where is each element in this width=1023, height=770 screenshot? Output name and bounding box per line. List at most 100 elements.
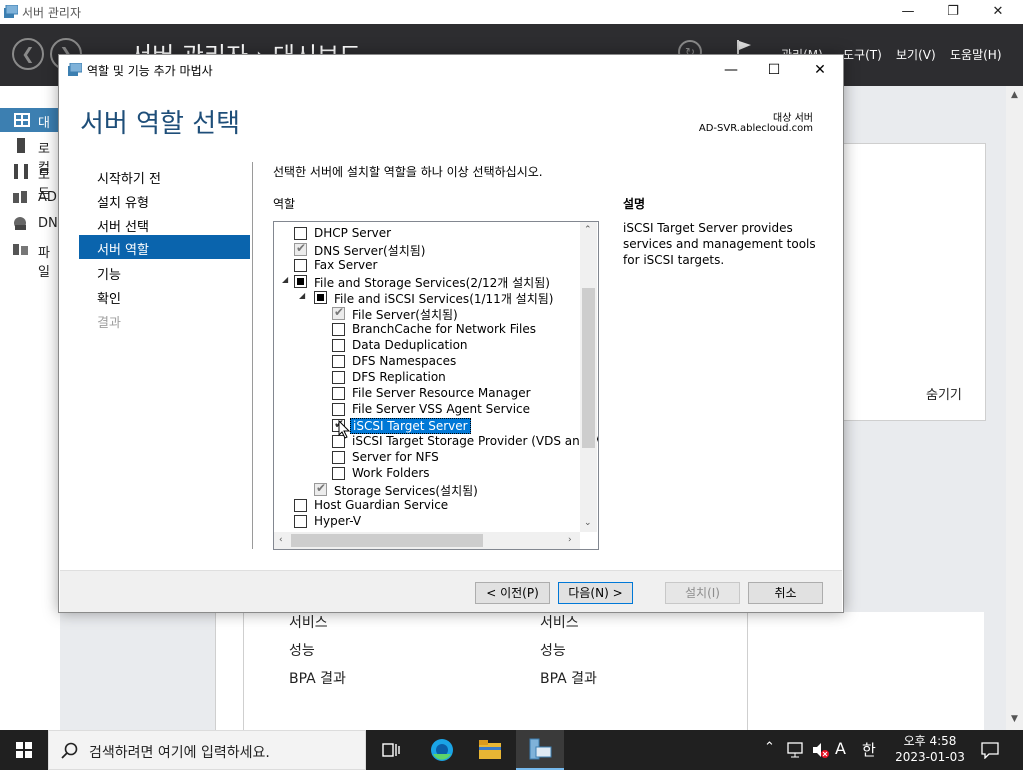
role-checkbox[interactable] — [332, 403, 345, 416]
restore-icon[interactable]: ❐ — [930, 0, 976, 24]
edge-button[interactable] — [418, 730, 466, 770]
sidebar-item-dns[interactable]: DN — [0, 212, 60, 236]
menu-help[interactable]: 도움말(H) — [950, 46, 1002, 63]
scroll-up-icon[interactable]: ▲ — [1011, 90, 1018, 100]
role-row[interactable]: ✔ Storage Services(설치됨) — [274, 481, 580, 498]
dashboard-scrollbar[interactable]: ▲ ▼ — [1006, 86, 1023, 730]
role-row[interactable]: ◢ File and iSCSI Services(1/11개 설치됨) — [274, 289, 580, 306]
sidebar-item-ad[interactable]: AD — [0, 186, 60, 210]
role-checkbox[interactable] — [294, 275, 307, 288]
server-manager-app-icon — [4, 4, 19, 18]
sidebar-item-all-servers[interactable]: 모든 — [0, 160, 60, 202]
notification-icon[interactable] — [981, 741, 999, 760]
role-row[interactable]: Work Folders — [274, 465, 580, 481]
card-item-performance[interactable]: 성능 — [289, 640, 315, 660]
task-view-button[interactable] — [366, 730, 414, 770]
role-row[interactable]: iSCSI Target Storage Provider (VDS and V — [274, 433, 598, 449]
tray-overflow-icon[interactable]: ⌃ — [764, 740, 775, 755]
taskbar-search-box[interactable]: 검색하려면 여기에 입력하세요. — [48, 730, 366, 770]
roles-tree[interactable]: DHCP Server ✔ DNS Server(설치됨) Fax Server ◢ Fi… — [273, 221, 599, 550]
close-icon[interactable]: ✕ — [975, 0, 1021, 24]
card-item-bpa[interactable]: BPA 결과 — [540, 668, 597, 688]
role-checkbox[interactable] — [332, 355, 345, 368]
role-row[interactable]: ◢ File and Storage Services(2/12개 설치됨) — [274, 273, 580, 290]
role-checkbox[interactable] — [332, 371, 345, 384]
role-row[interactable]: File Server Resource Manager — [274, 385, 580, 401]
file-storage-icon — [13, 242, 29, 257]
step-features[interactable]: 기능 — [97, 264, 121, 283]
card-item-bpa[interactable]: BPA 결과 — [289, 668, 346, 688]
role-group-card[interactable]: 서비스 성능 BPA 결과 — [495, 612, 748, 731]
menu-view[interactable]: 보기(V) — [896, 46, 936, 63]
step-server-selection[interactable]: 서버 선택 — [97, 216, 149, 235]
ime-hangul-indicator[interactable]: 한 — [862, 739, 876, 760]
role-row[interactable]: Host Guardian Service — [274, 497, 580, 513]
role-row[interactable]: BranchCache for Network Files — [274, 321, 580, 337]
scroll-down-icon[interactable]: ⌄ — [584, 518, 592, 528]
role-checkbox[interactable] — [314, 291, 327, 304]
role-row[interactable]: Server for NFS — [274, 449, 580, 465]
sidebar-item-file-storage[interactable]: 파일 — [0, 238, 60, 280]
hide-link[interactable]: 숨기기 — [926, 384, 962, 403]
roles-horizontal-scrollbar[interactable]: ‹ › — [274, 532, 580, 549]
clock-date[interactable]: 2023-01-03 — [892, 750, 968, 764]
back-arrow-icon[interactable]: ❮ — [12, 38, 44, 70]
role-label: Server for NFS — [352, 450, 439, 464]
scroll-thumb[interactable] — [582, 288, 595, 448]
role-row[interactable]: ✔ DNS Server(설치됨) — [274, 241, 580, 258]
network-icon[interactable] — [787, 742, 805, 758]
scroll-up-icon[interactable]: ⌃ — [584, 225, 592, 235]
cancel-button[interactable]: 취소 — [748, 582, 823, 604]
role-checkbox[interactable] — [332, 467, 345, 480]
role-checkbox[interactable] — [332, 339, 345, 352]
role-row[interactable]: DFS Namespaces — [274, 353, 580, 369]
role-checkbox[interactable] — [294, 259, 307, 272]
minimize-icon[interactable]: — — [885, 0, 931, 24]
role-row[interactable]: Hyper-V — [274, 513, 580, 529]
role-checkbox[interactable] — [332, 451, 345, 464]
role-group-card[interactable]: 서비스 성능 BPA 결과 — [243, 612, 497, 731]
roles-vertical-scrollbar[interactable]: ⌃ ⌄ — [580, 222, 597, 532]
expander-icon[interactable]: ◢ — [299, 291, 305, 300]
step-before-you-begin[interactable]: 시작하기 전 — [97, 168, 161, 187]
destination-server-name: AD-SVR.ablecloud.com — [698, 123, 813, 134]
close-icon[interactable]: ✕ — [805, 59, 835, 81]
step-server-roles[interactable]: 서버 역할 — [79, 235, 250, 259]
card-item-performance[interactable]: 성능 — [540, 640, 566, 660]
maximize-icon[interactable]: ☐ — [759, 59, 789, 81]
sidebar-item-dashboard[interactable]: 대시 — [0, 108, 60, 150]
scroll-thumb[interactable] — [291, 534, 483, 547]
scroll-left-icon[interactable]: ‹ — [279, 535, 283, 545]
clock-time[interactable]: 오후 4:58 — [892, 732, 968, 749]
scroll-right-icon[interactable]: › — [568, 535, 572, 545]
file-explorer-button[interactable] — [466, 730, 514, 770]
role-row[interactable]: ✔iSCSI Target Server — [274, 417, 580, 434]
welcome-panel — [843, 143, 986, 421]
ime-mode-indicator[interactable]: A — [835, 739, 846, 758]
step-confirmation[interactable]: 확인 — [97, 288, 121, 307]
role-checkbox[interactable] — [332, 387, 345, 400]
menu-tools[interactable]: 도구(T) — [843, 46, 882, 63]
expander-icon[interactable]: ◢ — [282, 275, 288, 284]
minimize-icon[interactable]: — — [716, 59, 746, 81]
role-checkbox[interactable] — [294, 227, 307, 240]
card-item-services[interactable]: 서비스 — [289, 612, 328, 632]
role-row[interactable]: DHCP Server — [274, 225, 580, 241]
card-item-services[interactable]: 서비스 — [540, 612, 579, 632]
sidebar-item-local-server[interactable]: 로컬 — [0, 134, 60, 176]
step-installation-type[interactable]: 설치 유형 — [97, 192, 149, 211]
scroll-down-icon[interactable]: ▼ — [1011, 714, 1018, 724]
start-button[interactable] — [0, 730, 48, 770]
role-checkbox[interactable] — [294, 499, 307, 512]
role-row[interactable]: File Server VSS Agent Service — [274, 401, 580, 417]
previous-button[interactable]: < 이전(P) — [475, 582, 550, 604]
role-checkbox[interactable] — [294, 515, 307, 528]
volume-muted-icon[interactable] — [811, 741, 829, 759]
next-button[interactable]: 다음(N) > — [558, 582, 633, 604]
role-row[interactable]: Fax Server — [274, 257, 580, 273]
role-checkbox[interactable] — [332, 323, 345, 336]
role-row[interactable]: DFS Replication — [274, 369, 580, 385]
role-row[interactable]: ✔ File Server(설치됨) — [274, 305, 580, 322]
server-manager-taskbar-button[interactable] — [516, 730, 564, 770]
role-row[interactable]: Data Deduplication — [274, 337, 580, 353]
